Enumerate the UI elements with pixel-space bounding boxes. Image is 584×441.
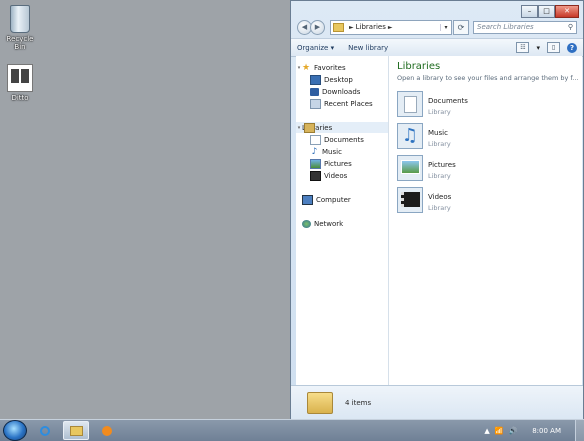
recent-places-icon <box>310 98 321 109</box>
breadcrumb-chevron-icon[interactable]: ► <box>388 24 393 31</box>
libraries-folder-icon <box>307 391 333 414</box>
forward-button[interactable]: ▶ <box>310 19 325 35</box>
address-bar[interactable]: ► Libraries ► ▾ <box>330 19 452 35</box>
nav-label: Documents <box>324 135 364 144</box>
nav-label: Recent Places <box>324 99 373 108</box>
nav-label: Computer <box>316 195 351 204</box>
maximize-button[interactable]: □ <box>538 5 555 18</box>
library-kind: Library <box>428 140 451 148</box>
nav-item-downloads[interactable]: Downloads <box>296 86 388 97</box>
nav-label: Downloads <box>322 87 361 96</box>
details-pane: 4 items <box>291 385 583 419</box>
show-desktop-button[interactable] <box>575 420 584 441</box>
new-library-button[interactable]: New library <box>348 44 388 52</box>
close-button[interactable]: ✕ <box>555 5 579 18</box>
internet-explorer-icon <box>40 425 50 436</box>
start-button-windows-icon[interactable] <box>3 420 27 441</box>
library-name: Documents <box>428 97 468 105</box>
media-player-icon <box>102 425 112 436</box>
system-tray: ▲ 📶 🔊 8:00 AM <box>484 420 584 441</box>
view-dropdown-icon[interactable]: ▾ <box>536 44 540 52</box>
taskbar-media-player[interactable] <box>94 421 120 440</box>
navigation-bar: ◀ ▶ ► Libraries ► ▾ ⟳ Search Libraries ⚲ <box>297 18 577 36</box>
nav-item-recent-places[interactable]: Recent Places <box>296 98 388 109</box>
nav-label: Music <box>322 147 342 156</box>
nav-label: Network <box>314 219 344 228</box>
nav-item-music[interactable]: ♪ Music <box>296 146 388 157</box>
show-hidden-icons-icon[interactable]: ▲ <box>484 427 489 435</box>
recycle-bin-icon <box>10 5 30 33</box>
content-pane: Libraries Open a library to see your fil… <box>389 56 582 387</box>
nav-network[interactable]: Network <box>296 218 388 229</box>
item-count: 4 items <box>345 398 372 407</box>
nav-item-videos[interactable]: Videos <box>296 170 388 181</box>
nav-label: Pictures <box>324 159 352 168</box>
library-kind: Library <box>428 108 451 116</box>
network-signal-icon[interactable]: 📶 <box>495 427 504 435</box>
desktop-icon-ditto[interactable]: Ditto <box>2 64 38 102</box>
documents-library-icon <box>397 91 423 117</box>
library-item-documents[interactable]: Documents Library <box>397 91 557 119</box>
page-title: Libraries <box>397 61 441 72</box>
search-icon[interactable]: ⚲ <box>568 23 573 31</box>
preview-pane-icon[interactable]: ▯ <box>547 42 560 53</box>
nav-item-documents[interactable]: Documents <box>296 134 388 145</box>
network-icon <box>302 219 311 228</box>
nav-label: Favorites <box>314 63 346 72</box>
libraries-folder-icon <box>333 22 344 32</box>
navigation-pane: ▾ ★ Favorites Desktop Downloads Recent P… <box>296 56 389 387</box>
desktop-icon-recycle-bin[interactable]: Recycle Bin <box>2 5 38 51</box>
volume-icon[interactable]: 🔊 <box>509 427 518 435</box>
explorer-window[interactable]: – □ ✕ ◀ ▶ ► Libraries ► ▾ ⟳ Search Libra… <box>290 0 584 420</box>
nav-libraries[interactable]: ▾ Libraries <box>296 122 388 133</box>
taskbar: ▲ 📶 🔊 8:00 AM <box>0 419 584 441</box>
taskbar-internet-explorer[interactable] <box>32 421 58 440</box>
nav-item-pictures[interactable]: Pictures <box>296 158 388 169</box>
library-name: Videos <box>428 193 452 201</box>
taskbar-windows-explorer[interactable] <box>63 421 89 440</box>
libraries-icon <box>304 122 315 133</box>
nav-computer[interactable]: Computer <box>296 194 388 205</box>
library-name: Pictures <box>428 161 456 169</box>
search-input[interactable]: Search Libraries ⚲ <box>473 20 577 34</box>
ditto-app-icon <box>7 64 33 92</box>
nav-label: Desktop <box>324 75 353 84</box>
library-item-videos[interactable]: Videos Library <box>397 187 557 215</box>
library-item-pictures[interactable]: Pictures Library <box>397 155 557 183</box>
search-placeholder: Search Libraries <box>477 23 534 31</box>
music-icon: ♪ <box>311 146 318 157</box>
page-subtitle: Open a library to see your files and arr… <box>397 74 579 82</box>
nav-favorites[interactable]: ▾ ★ Favorites <box>296 62 388 73</box>
minimize-button[interactable]: – <box>521 5 538 18</box>
star-icon: ★ <box>302 62 311 73</box>
documents-icon <box>310 134 321 145</box>
caption-buttons: – □ ✕ <box>521 5 579 18</box>
music-library-icon: ♫ <box>397 123 423 149</box>
folder-icon <box>69 425 83 436</box>
organize-button[interactable]: Organize ▾ <box>297 44 334 52</box>
downloads-icon <box>310 87 319 96</box>
library-item-music[interactable]: ♫ Music Library <box>397 123 557 151</box>
help-icon[interactable]: ? <box>567 42 577 53</box>
clock[interactable]: 8:00 AM <box>532 427 561 435</box>
refresh-button[interactable]: ⟳ <box>453 19 469 35</box>
pictures-icon <box>310 158 321 169</box>
desktop-icon-label: Ditto <box>11 94 29 102</box>
pictures-library-icon <box>397 155 423 181</box>
library-kind: Library <box>428 204 451 212</box>
breadcrumb-separator-icon[interactable]: ► <box>349 24 354 31</box>
command-bar: Organize ▾ New library ☷ ▾ ▯ ? <box>291 38 583 57</box>
computer-icon <box>302 194 313 205</box>
desktop-icon <box>310 74 321 85</box>
nav-label: Videos <box>324 171 348 180</box>
library-name: Music <box>428 129 448 137</box>
videos-library-icon <box>397 187 423 213</box>
nav-item-desktop[interactable]: Desktop <box>296 74 388 85</box>
address-dropdown-button[interactable]: ▾ <box>440 23 451 31</box>
breadcrumb-libraries[interactable]: Libraries <box>356 23 386 31</box>
change-view-icon[interactable]: ☷ <box>516 42 530 53</box>
desktop-icon-label: Recycle Bin <box>6 35 34 51</box>
videos-icon <box>310 170 321 181</box>
library-kind: Library <box>428 172 451 180</box>
